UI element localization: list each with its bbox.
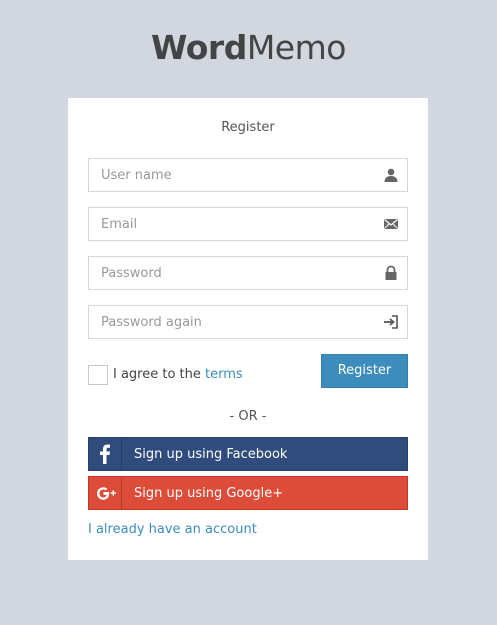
app-logo: WordMemo xyxy=(0,28,497,68)
username-input[interactable] xyxy=(89,159,381,191)
facebook-signup-label: Sign up using Facebook xyxy=(134,447,288,462)
form-title: Register xyxy=(221,120,275,135)
password-input[interactable] xyxy=(89,257,381,289)
password-field xyxy=(88,256,408,290)
password-again-field xyxy=(88,305,408,339)
register-card: Register I agree to the ter xyxy=(68,98,428,560)
envelope-icon xyxy=(384,219,398,229)
user-icon xyxy=(384,168,398,182)
facebook-icon xyxy=(100,438,122,470)
logo-memo: Memo xyxy=(246,28,347,67)
agree-label: I agree to the xyxy=(113,367,201,382)
login-icon xyxy=(384,315,398,329)
google-plus-icon xyxy=(97,477,122,509)
agree-text: I agree to the terms xyxy=(113,366,243,384)
google-signup-label: Sign up using Google+ xyxy=(134,486,284,501)
email-input[interactable] xyxy=(89,208,381,240)
username-field xyxy=(88,158,408,192)
password-again-input[interactable] xyxy=(89,306,381,338)
facebook-signup-button[interactable]: Sign up using Facebook xyxy=(88,437,408,471)
google-signup-button[interactable]: Sign up using Google+ xyxy=(88,476,408,510)
lock-icon xyxy=(385,265,397,280)
terms-link[interactable]: terms xyxy=(205,367,243,382)
register-button[interactable]: Register xyxy=(321,354,408,388)
email-field xyxy=(88,207,408,241)
logo-word: Word xyxy=(151,28,247,67)
agree-checkbox[interactable] xyxy=(88,365,108,385)
existing-account-link[interactable]: I already have an account xyxy=(88,522,257,537)
or-divider: - OR - xyxy=(229,409,267,424)
